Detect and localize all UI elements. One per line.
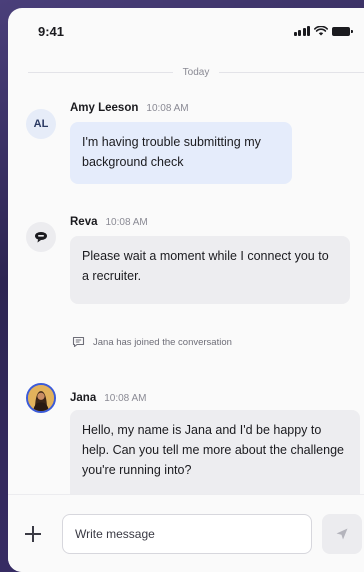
system-event: Jana has joined the conversation: [72, 336, 232, 348]
status-bar: 9:41: [8, 8, 364, 54]
avatar-reva-bot: [26, 222, 56, 252]
date-divider-label: Today: [182, 66, 210, 78]
date-divider: Today: [28, 64, 364, 80]
sender-name: Reva: [70, 216, 98, 228]
sender-name: Jana: [70, 392, 97, 404]
message-meta: Reva 10:08 AM: [70, 216, 148, 228]
message-bubble-bot: Please wait a moment while I connect you…: [70, 236, 350, 304]
chat-icon: [72, 336, 85, 348]
add-attachment-button[interactable]: [24, 525, 42, 543]
send-icon: [336, 528, 348, 540]
person-photo-icon: [28, 385, 54, 411]
battery-icon: [332, 26, 353, 36]
avatar-amy-leeson: AL: [26, 109, 56, 139]
message-timestamp: 10:08 AM: [104, 393, 147, 404]
wifi-icon: [314, 26, 328, 36]
message-meta: Jana 10:08 AM: [70, 392, 146, 404]
message-bubble-user: I'm having trouble submitting my backgro…: [70, 122, 292, 184]
signal-icon: [293, 26, 310, 36]
message-composer: [8, 494, 364, 572]
status-time: 9:41: [38, 23, 65, 39]
send-button[interactable]: [322, 514, 362, 554]
message-input[interactable]: [62, 514, 312, 554]
message-meta: Amy Leeson 10:08 AM: [70, 102, 189, 114]
sender-name: Amy Leeson: [70, 102, 139, 114]
avatar-jana: [26, 383, 56, 413]
message-timestamp: 10:08 AM: [146, 103, 189, 114]
status-icons: [293, 26, 353, 36]
system-event-text: Jana has joined the conversation: [93, 336, 232, 348]
chat-screen: 9:41 Today AL Amy Leeson 10:08 AM I'm ha…: [8, 8, 364, 572]
message-timestamp: 10:08 AM: [105, 217, 148, 228]
bot-icon: [35, 232, 47, 243]
